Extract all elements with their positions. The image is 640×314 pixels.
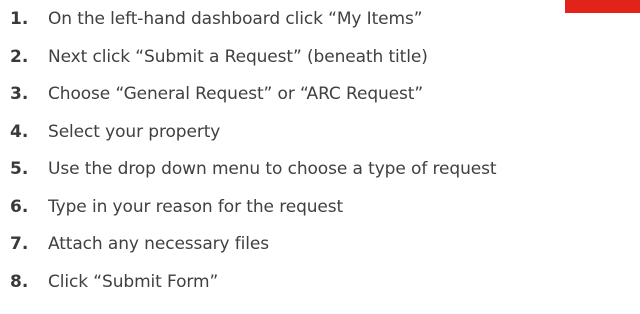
step-text: Choose “General Request” or “ARC Request…: [48, 84, 424, 104]
step-number: 7.: [10, 234, 29, 254]
step-text: On the left-hand dashboard click “My Ite…: [48, 9, 423, 29]
step-text: Type in your reason for the request: [48, 196, 344, 217]
step-number: 1.: [10, 9, 29, 29]
step-number: 4.: [10, 121, 29, 142]
red-accent-bar: [565, 0, 640, 13]
instruction-page: 1. On the left-hand dashboard click “My …: [0, 0, 640, 314]
step-text: Click “Submit Form”: [48, 271, 219, 292]
step-item: 2. Next click “Submit a Request” (beneat…: [10, 42, 496, 80]
step-item: 6. Type in your reason for the request: [10, 192, 496, 230]
step-item: 1. On the left-hand dashboard click “My …: [10, 4, 496, 42]
step-number: 6.: [10, 196, 29, 217]
step-item: 8. Click “Submit Form”: [10, 267, 496, 305]
step-text: Attach any necessary files: [48, 234, 270, 254]
step-item: 5. Use the drop down menu to choose a ty…: [10, 154, 497, 192]
step-item: 3. Choose “General Request” or “ARC Requ…: [10, 79, 496, 117]
step-number: 5.: [10, 159, 29, 179]
step-item: 4. Select your property: [10, 117, 496, 155]
step-number: 3.: [10, 84, 29, 104]
step-number: 2.: [10, 46, 29, 67]
instruction-steps-list: 1. On the left-hand dashboard click “My …: [10, 4, 497, 305]
step-text: Use the drop down menu to choose a type …: [48, 159, 497, 179]
step-text: Select your property: [48, 121, 221, 142]
step-number: 8.: [10, 271, 29, 292]
step-item: 7. Attach any necessary files: [10, 229, 496, 267]
step-text: Next click “Submit a Request” (beneath t…: [48, 46, 428, 67]
